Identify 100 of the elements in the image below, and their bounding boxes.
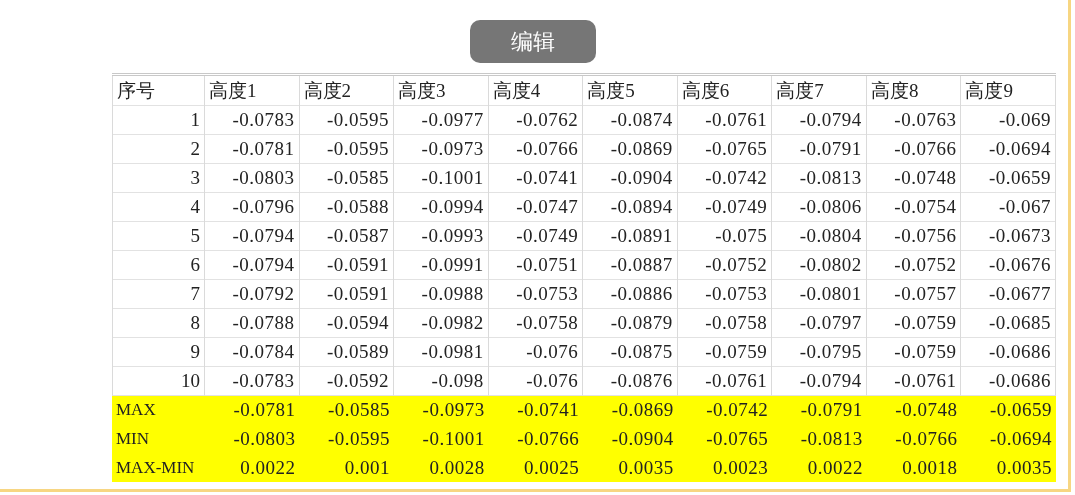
table-cell-text: -0.0904 (610, 427, 675, 451)
table-cell: 3 (112, 163, 205, 193)
table-cell-text: -0.0741 (516, 398, 581, 422)
table-cell: -0.0797 (772, 308, 867, 338)
table-cell: -0.0757 (866, 279, 962, 309)
table-cell: -0.0742 (677, 163, 773, 193)
table-cell: -0.0887 (583, 250, 678, 280)
table-cell: -0.0806 (772, 192, 867, 222)
table-cell: -0.0673 (961, 221, 1056, 251)
table-cell-text: MAX (115, 399, 157, 421)
table-cell: -0.0904 (583, 163, 678, 193)
table-cell: -0.0595 (299, 134, 395, 164)
table-cell: 4 (112, 192, 205, 222)
table-cell: 6 (112, 250, 205, 280)
table-cell: -0.0791 (772, 134, 867, 164)
column-header: 高度7 (772, 76, 867, 106)
column-header: 高度8 (866, 76, 962, 106)
table-cell: -0.0891 (583, 221, 678, 251)
table-cell: -0.076 (488, 337, 584, 367)
table-cell: -0.0783 (205, 105, 300, 135)
table-cell-text: MAX-MIN (115, 457, 196, 479)
table-cell: -0.0784 (205, 337, 300, 367)
column-header: 高度9 (961, 76, 1056, 106)
table-cell: -0.0973 (394, 134, 489, 164)
table-cell-text: 0.0022 (806, 456, 864, 480)
table-cell: 2 (112, 134, 205, 164)
table-cell: -0.0802 (772, 250, 867, 280)
table-cell: -0.0977 (394, 105, 489, 135)
table-cell-text: 0.0025 (522, 456, 581, 480)
table-cell-text: 0.0028 (428, 456, 486, 480)
table-cell: -0.0759 (866, 337, 962, 367)
table-cell: -0.0761 (677, 105, 773, 135)
table-cell-text: -0.0659 (988, 398, 1053, 422)
table-cell: -0.0794 (205, 250, 300, 280)
table-cell: -0.0589 (299, 337, 395, 367)
table-cell: -0.0765 (677, 134, 773, 164)
table-cell: -0.0801 (772, 279, 867, 309)
table-cell-text: 0.0035 (617, 456, 675, 480)
table-cell: -0.0993 (394, 221, 489, 251)
table-cell: -0.069 (961, 105, 1056, 135)
table-cell: -0.0591 (299, 250, 395, 280)
edit-button[interactable]: 编辑 (470, 20, 596, 63)
table-cell: -0.0741 (488, 163, 584, 193)
table-cell-text: -0.0694 (988, 427, 1053, 451)
table-cell: -0.0752 (677, 250, 773, 280)
table-cell-text: 0.0022 (239, 456, 297, 480)
table-cell: -0.0752 (866, 250, 962, 280)
table-cell: 9 (112, 337, 205, 367)
table-cell: -0.0991 (394, 250, 489, 280)
table-cell: -0.0759 (866, 308, 962, 338)
table-cell: -0.0813 (772, 163, 867, 193)
table-cell: -0.0794 (205, 221, 300, 251)
table-cell: -0.0758 (677, 308, 773, 338)
table-cell: -0.0686 (961, 337, 1056, 367)
table-cell: -0.0766 (488, 134, 584, 164)
table-cell: -0.0759 (677, 337, 773, 367)
table-cell: -0.0796 (205, 192, 300, 222)
table-cell: -0.0794 (772, 105, 867, 135)
table-cell: -0.075 (677, 221, 773, 251)
table-cell: -0.0766 (866, 134, 962, 164)
table-cell-text: -0.0748 (894, 398, 959, 422)
table-cell: -0.0591 (299, 279, 395, 309)
table-cell: 5 (112, 221, 205, 251)
table-cell-text: -0.0803 (232, 427, 297, 451)
table-cell: -0.0753 (488, 279, 584, 309)
table-cell: -0.0676 (961, 250, 1056, 280)
table-cell: -0.0747 (488, 192, 584, 222)
table-cell: 8 (112, 308, 205, 338)
table-cell: -0.0748 (866, 163, 962, 193)
table-cell: -0.0756 (866, 221, 962, 251)
table-cell: -0.0751 (488, 250, 584, 280)
table-cell: -0.0749 (677, 192, 773, 222)
table-cell: -0.0758 (488, 308, 584, 338)
table-cell: -0.0594 (299, 308, 395, 338)
table-cell: 7 (112, 279, 205, 309)
table-cell: -0.0988 (394, 279, 489, 309)
table-cell-text: -0.0595 (327, 427, 392, 451)
table-cell: -0.0762 (488, 105, 584, 135)
table-cell: -0.0754 (866, 192, 962, 222)
column-header: 高度3 (394, 76, 489, 106)
table-cell: -0.0588 (299, 192, 395, 222)
table-cell-text: -0.1001 (421, 427, 486, 451)
table-cell: -0.0874 (583, 105, 678, 135)
table-cell-text: MIN (115, 428, 151, 450)
table-cell-text: -0.0742 (705, 398, 770, 422)
table-cell-text: 0.0035 (995, 456, 1053, 480)
column-header: 高度5 (583, 76, 678, 106)
table-cell: -0.0804 (772, 221, 867, 251)
table-cell: -0.0879 (583, 308, 678, 338)
table-cell: -0.0894 (583, 192, 678, 222)
table-cell-text: 0.0023 (712, 456, 770, 480)
table-cell: 1 (112, 105, 205, 135)
table-cell-text: -0.0766 (516, 427, 581, 451)
column-header: 序号 (112, 76, 205, 106)
table-cell: -0.0875 (583, 337, 678, 367)
column-header: 高度6 (677, 76, 773, 106)
table-cell: -0.0795 (772, 337, 867, 367)
column-header: 高度4 (488, 76, 584, 106)
table-cell: -0.0994 (394, 192, 489, 222)
table-cell: -0.0659 (961, 163, 1056, 193)
